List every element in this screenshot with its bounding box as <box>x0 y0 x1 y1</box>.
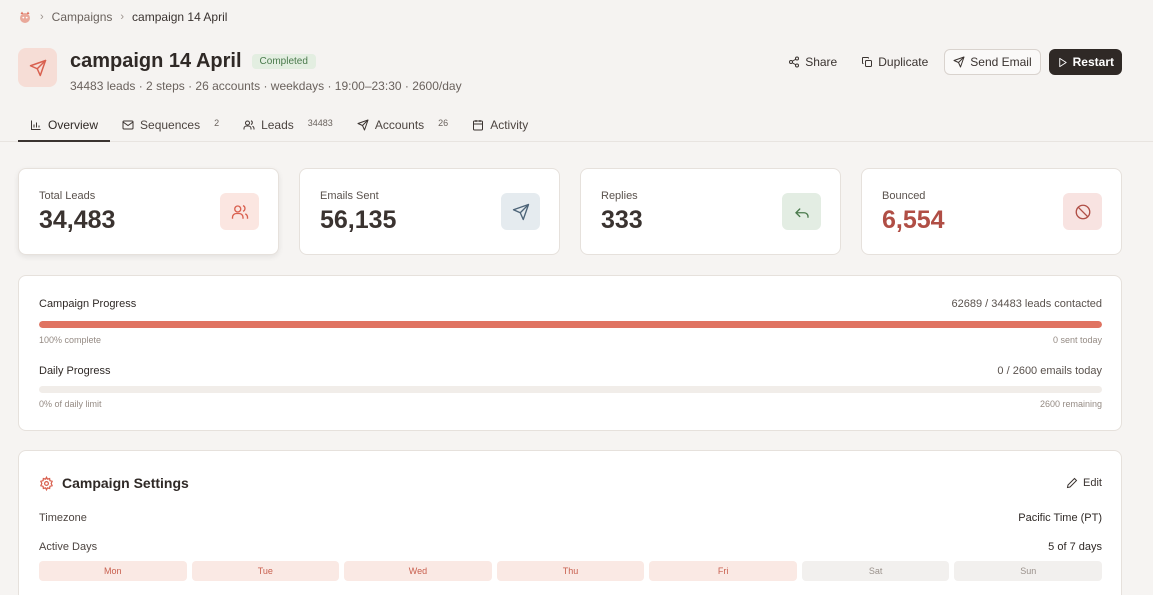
stat-card-total-leads[interactable]: Total Leads 34,483 <box>18 168 279 255</box>
day-toggle-thu[interactable]: Thu <box>496 561 645 581</box>
tab-label: Overview <box>48 117 99 132</box>
stat-value: 34,483 <box>39 206 116 234</box>
send-email-label: Send Email <box>970 55 1032 69</box>
active-days-value: 5 of 7 days <box>1048 541 1102 553</box>
daily-progress-bar <box>39 386 1102 393</box>
daily-progress-summary: 0 / 2600 emails today <box>997 365 1102 377</box>
tab-count: 34483 <box>307 117 333 128</box>
settings-title: Campaign Settings <box>62 475 189 491</box>
breadcrumb-campaigns-link[interactable]: Campaigns <box>52 10 113 24</box>
gear-icon <box>40 475 53 491</box>
stat-card-emails-sent[interactable]: Emails Sent 56,135 <box>299 168 560 255</box>
stat-label: Bounced <box>882 190 926 202</box>
timezone-value: Pacific Time (PT) <box>1018 512 1102 524</box>
active-days-label: Active Days <box>39 541 98 553</box>
edit-settings-button[interactable]: Edit <box>1066 477 1102 489</box>
restart-button[interactable]: Restart <box>1048 49 1122 75</box>
duplicate-button[interactable]: Duplicate <box>853 49 936 75</box>
restart-label: Restart <box>1072 55 1114 69</box>
chevron-right-icon: › <box>40 11 44 23</box>
status-badge: Completed <box>251 54 316 69</box>
campaign-header: campaign 14 April Completed 34483 leads … <box>18 48 462 93</box>
day-toggle-sat[interactable]: Sat <box>801 561 950 581</box>
tab-label: Activity <box>490 117 529 132</box>
campaign-progress-today: 0 sent today <box>1052 335 1102 345</box>
settings-header: Campaign Settings <box>39 475 189 491</box>
page-title: campaign 14 April <box>70 50 242 72</box>
timezone-row: Timezone Pacific Time (PT) <box>39 512 1102 524</box>
stat-card-bounced[interactable]: Bounced 6,554 <box>861 168 1122 255</box>
campaign-progress-header: Campaign Progress 62689 / 34483 leads co… <box>39 298 1102 310</box>
share-button[interactable]: Share <box>780 49 845 75</box>
share-icon <box>789 56 800 68</box>
send-icon <box>18 48 57 87</box>
users-icon <box>220 193 259 230</box>
tab-count: 2 <box>214 117 220 128</box>
campaign-progress-percent: 100% complete <box>39 335 102 345</box>
tab-accounts[interactable]: Accounts 26 <box>345 109 460 142</box>
day-toggle-tue[interactable]: Tue <box>191 561 340 581</box>
send-email-button[interactable]: Send Email <box>944 49 1041 75</box>
campaign-progress-footer: 100% complete 0 sent today <box>39 335 1102 345</box>
tab-overview[interactable]: Overview <box>18 109 111 142</box>
stat-card-replies[interactable]: Replies 333 <box>580 168 841 255</box>
app-logo-icon[interactable] <box>18 10 32 24</box>
send-icon <box>357 119 369 130</box>
page-header: › Campaigns › campaign 14 April campaign… <box>0 0 1153 142</box>
breadcrumb-current: campaign 14 April <box>132 10 228 24</box>
day-toggle-mon[interactable]: Mon <box>39 561 187 581</box>
campaign-progress-summary: 62689 / 34483 leads contacted <box>951 298 1102 310</box>
daily-progress-percent: 0% of daily limit <box>39 399 102 409</box>
calendar-icon <box>473 119 484 130</box>
header-actions: Share Duplicate Send Email Restart <box>780 49 1122 75</box>
campaign-summary: 34483 leads · 2 steps · 26 accounts · we… <box>70 79 462 93</box>
pencil-icon <box>1066 477 1078 489</box>
tab-bar: Overview Sequences 2 Leads 34483 Account… <box>18 109 540 142</box>
daily-progress-label: Daily Progress <box>39 365 111 377</box>
tab-label: Leads <box>261 117 294 132</box>
mail-icon <box>122 120 134 129</box>
breadcrumb: › Campaigns › campaign 14 April <box>18 10 227 24</box>
tab-label: Sequences <box>140 117 201 132</box>
stat-label: Replies <box>601 190 638 202</box>
chevron-right-icon: › <box>120 11 125 23</box>
share-label: Share <box>805 55 838 69</box>
tab-sequences[interactable]: Sequences 2 <box>110 109 231 142</box>
stats-row: Total Leads 34,483 Emails Sent 56,135 Re… <box>18 168 1122 255</box>
users-icon <box>243 119 255 129</box>
stat-value: 6,554 <box>882 206 945 234</box>
stat-label: Emails Sent <box>320 190 379 202</box>
bar-chart-icon <box>31 120 41 130</box>
day-toggle-fri[interactable]: Fri <box>649 561 797 581</box>
campaign-progress-bar <box>39 321 1102 328</box>
day-toggle-sun[interactable]: Sun <box>954 561 1103 581</box>
day-toggle-wed[interactable]: Wed <box>344 561 492 581</box>
copy-icon <box>862 57 873 67</box>
duplicate-label: Duplicate <box>878 55 929 69</box>
ban-icon <box>1063 193 1102 230</box>
stat-value: 333 <box>601 206 643 234</box>
reply-icon <box>782 193 821 230</box>
tab-activity[interactable]: Activity <box>460 109 540 142</box>
daily-progress-remaining: 2600 remaining <box>1039 399 1102 409</box>
tab-label: Accounts <box>374 117 425 132</box>
edit-label: Edit <box>1083 477 1102 489</box>
settings-card: Campaign Settings Edit Timezone Pacific … <box>18 450 1122 595</box>
campaign-progress-fill <box>39 321 1102 328</box>
day-selector: Mon Tue Wed Thu Fri Sat Sun <box>39 561 1103 581</box>
tab-leads[interactable]: Leads 34483 <box>231 109 345 142</box>
daily-progress-footer: 0% of daily limit 2600 remaining <box>39 399 1102 409</box>
play-icon <box>1058 57 1067 67</box>
send-icon <box>953 56 965 68</box>
campaign-progress-label: Campaign Progress <box>39 298 137 310</box>
stat-value: 56,135 <box>320 206 397 234</box>
progress-card: Campaign Progress 62689 / 34483 leads co… <box>18 275 1122 431</box>
tab-count: 26 <box>438 117 449 128</box>
timezone-label: Timezone <box>39 512 87 524</box>
send-icon <box>501 193 540 230</box>
stat-label: Total Leads <box>39 190 96 202</box>
daily-progress-header: Daily Progress 0 / 2600 emails today <box>39 365 1102 377</box>
active-days-row: Active Days 5 of 7 days <box>39 541 1102 553</box>
